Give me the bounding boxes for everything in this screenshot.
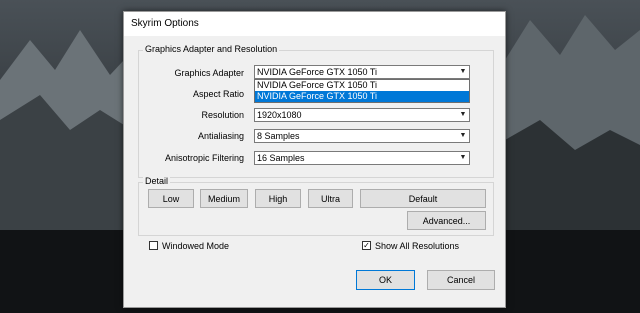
anisotropic-value: 16 Samples (257, 153, 305, 163)
ok-button[interactable]: OK (356, 270, 415, 290)
antialiasing-label: Antialiasing (197, 131, 244, 141)
chevron-down-icon[interactable]: ▼ (457, 130, 469, 142)
resolution-value: 1920x1080 (257, 110, 302, 120)
show-all-resolutions-label: Show All Resolutions (375, 241, 460, 251)
high-preset-button[interactable]: High (255, 189, 301, 208)
dialog-title: Skyrim Options (131, 18, 199, 29)
adapter-value: NVIDIA GeForce GTX 1050 Ti (257, 67, 378, 77)
aspect-ratio-label: Aspect Ratio (192, 89, 244, 99)
title-bar: Skyrim Options (124, 12, 505, 36)
adapter-select[interactable]: NVIDIA GeForce GTX 1050 Ti ▼ (254, 65, 470, 79)
chevron-down-icon[interactable]: ▼ (457, 152, 469, 164)
cancel-button[interactable]: Cancel (427, 270, 495, 290)
adapter-label: Graphics Adapter (174, 68, 244, 78)
resolution-label: Resolution (201, 110, 244, 120)
checkmark-icon: ✓ (363, 241, 370, 250)
antialiasing-select[interactable]: 8 Samples ▼ (254, 129, 470, 143)
advanced-button[interactable]: Advanced... (407, 211, 486, 230)
chevron-down-icon[interactable]: ▼ (457, 109, 469, 121)
resolution-select[interactable]: 1920x1080 ▼ (254, 108, 470, 122)
graphics-group-label: Graphics Adapter and Resolution (143, 44, 280, 54)
medium-preset-button[interactable]: Medium (200, 189, 248, 208)
detail-group-label: Detail (143, 176, 171, 186)
antialiasing-value: 8 Samples (257, 131, 300, 141)
anisotropic-label: Anisotropic Filtering (164, 153, 244, 163)
chevron-down-icon[interactable]: ▼ (457, 66, 469, 78)
anisotropic-select[interactable]: 16 Samples ▼ (254, 151, 470, 165)
default-button[interactable]: Default (360, 189, 486, 208)
low-preset-button[interactable]: Low (148, 189, 194, 208)
skyrim-options-dialog: Skyrim Options Graphics Adapter and Reso… (123, 11, 506, 308)
ultra-preset-button[interactable]: Ultra (308, 189, 353, 208)
adapter-dropdown-list: NVIDIA GeForce GTX 1050 Ti NVIDIA GeForc… (254, 79, 470, 103)
show-all-resolutions-checkbox[interactable]: ✓ (362, 241, 371, 250)
windowed-mode-label: Windowed Mode (162, 241, 230, 251)
dropdown-option-selected[interactable]: NVIDIA GeForce GTX 1050 Ti (255, 91, 469, 102)
windowed-mode-checkbox[interactable] (149, 241, 158, 250)
dropdown-option[interactable]: NVIDIA GeForce GTX 1050 Ti (255, 80, 469, 91)
